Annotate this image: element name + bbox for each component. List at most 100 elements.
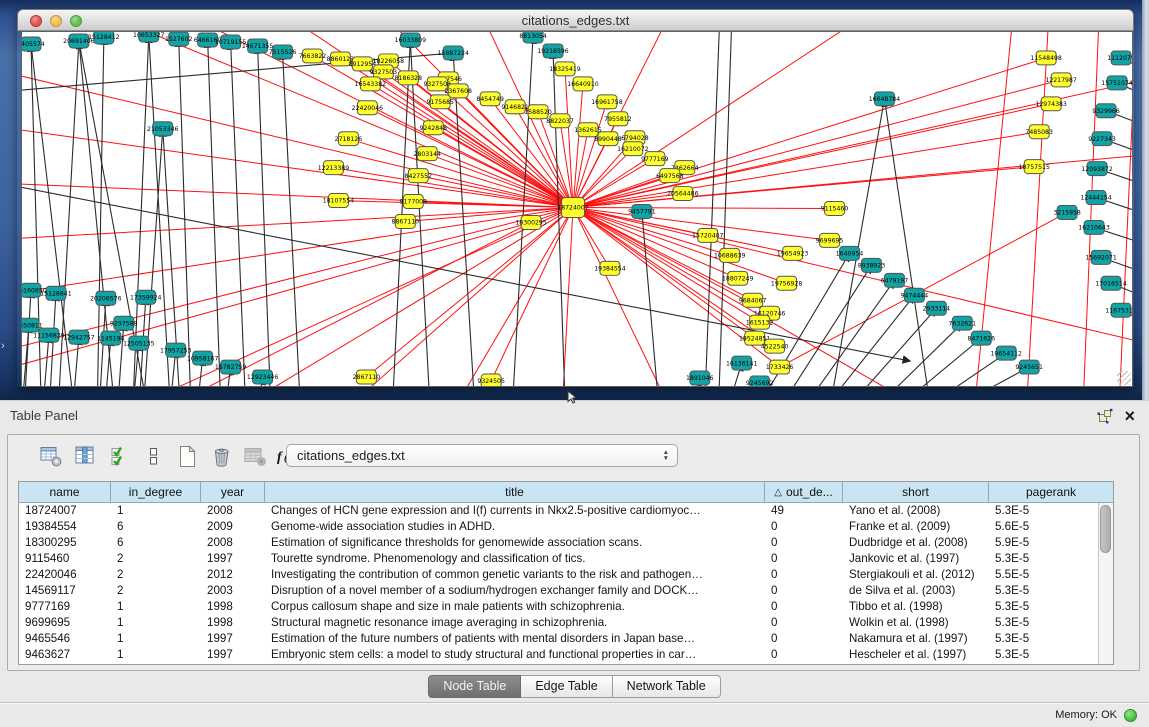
graph-edge[interactable]	[41, 335, 49, 386]
graph-node[interactable]: 7485083	[1025, 125, 1053, 139]
graph-edge[interactable]	[208, 40, 222, 386]
graph-node[interactable]: 15887224	[438, 46, 470, 60]
graph-node[interactable]: 16648784	[869, 92, 901, 106]
graph-node[interactable]: 12217987	[1045, 73, 1077, 87]
graph-edge[interactable]	[383, 72, 573, 208]
graph-node[interactable]: 19756928	[771, 276, 803, 290]
graph-edge[interactable]	[881, 338, 981, 386]
graph-edge[interactable]	[573, 84, 583, 208]
insert-column-icon[interactable]	[72, 443, 98, 469]
column-header-in_degree[interactable]: in_degree	[111, 482, 201, 502]
column-header-year[interactable]: year	[201, 482, 265, 502]
graph-node[interactable]: 9245692	[746, 376, 774, 386]
graph-node[interactable]: 1588520	[524, 105, 552, 119]
graph-node[interactable]: 7663822	[299, 49, 327, 63]
graph-node[interactable]: 2803144	[414, 147, 442, 161]
graph-node[interactable]: 12923446	[247, 370, 279, 384]
graph-node[interactable]: 8427552	[405, 169, 433, 183]
graph-node[interactable]: 10958167	[187, 351, 219, 365]
graph-node[interactable]: 9245651	[1015, 360, 1043, 374]
graph-edge[interactable]	[704, 32, 721, 386]
graph-node[interactable]: 1112075	[1107, 51, 1132, 65]
memory-status-indicator-icon[interactable]	[1124, 709, 1137, 722]
graph-edge[interactable]	[22, 62, 573, 208]
graph-node[interactable]: 9474444	[901, 288, 929, 302]
graph-edge[interactable]	[453, 53, 476, 386]
graph-node[interactable]: 16961758	[591, 95, 623, 109]
network-canvas[interactable]: 1872400788601238912954182260589327503818…	[21, 31, 1133, 387]
table-row[interactable]: 1938455462009Genome-wide association stu…	[19, 519, 1098, 535]
graph-node[interactable]: 9175685	[426, 95, 454, 109]
graph-node[interactable]: 8186328	[395, 71, 423, 85]
graph-node[interactable]: 19218596	[537, 44, 569, 58]
graph-edge[interactable]	[22, 325, 29, 386]
select-all-rows-icon[interactable]	[106, 443, 132, 469]
tab-network-table[interactable]: Network Table	[613, 675, 721, 698]
graph-node[interactable]: 19384554	[594, 261, 626, 275]
graph-node[interactable]: 2718126	[335, 132, 363, 146]
graph-node[interactable]: 1145194	[97, 331, 125, 345]
graph-edge[interactable]	[573, 208, 835, 209]
scrollbar-thumb[interactable]	[1100, 505, 1111, 553]
table-row[interactable]: 946554611997Estimation of the future num…	[19, 631, 1098, 647]
graph-edge[interactable]	[23, 290, 31, 386]
table-row[interactable]: 977716911998Corpus callosum shape and si…	[19, 599, 1098, 615]
row-height-icon[interactable]	[140, 443, 166, 469]
graph-edge[interactable]	[795, 280, 895, 386]
graph-node[interactable]: 2867110	[353, 370, 381, 384]
graph-node[interactable]: 1733426	[766, 360, 794, 374]
graph-node[interactable]: 11675312	[1105, 303, 1132, 317]
graph-node[interactable]: 8867110	[392, 214, 420, 228]
graph-node[interactable]: 6497568	[656, 169, 684, 183]
import-table-icon[interactable]	[242, 443, 268, 469]
tab-edge-table[interactable]: Edge Table	[521, 675, 612, 698]
graph-edge[interactable]	[258, 46, 272, 386]
float-panel-icon[interactable]	[1097, 408, 1113, 424]
graph-node[interactable]: 2405574	[22, 37, 45, 51]
graph-edge[interactable]	[231, 42, 247, 386]
graph-edge[interactable]	[321, 208, 573, 386]
graph-node[interactable]: 12444154	[1080, 191, 1112, 205]
column-header-pagerank[interactable]: pagerank	[989, 482, 1113, 502]
graph-node[interactable]: 8471626	[968, 331, 996, 345]
table-row[interactable]: 1456911722003Disruption of a novel membe…	[19, 583, 1098, 599]
graph-node[interactable]: 11548498	[1030, 51, 1062, 65]
graph-node[interactable]: 9297588	[110, 316, 138, 330]
graph-node[interactable]: 10654112	[991, 346, 1023, 360]
table-row[interactable]: 946362711997Embryonic stem cells: a mode…	[19, 647, 1098, 663]
graph-node[interactable]: 1615132	[746, 315, 774, 329]
graph-edge[interactable]	[929, 367, 1029, 386]
column-header-name[interactable]: name	[19, 482, 111, 502]
table-row[interactable]: 1830029562008Estimation of significance …	[19, 535, 1098, 551]
graph-node[interactable]: 18724007	[557, 198, 589, 218]
graph-node[interactable]: 7955812	[604, 112, 632, 126]
graph-edge[interactable]	[179, 39, 192, 386]
table-row[interactable]: 969969511998Structural magnetic resonanc…	[19, 615, 1098, 631]
graph-node[interactable]: 12974383	[1035, 97, 1067, 111]
graph-edge[interactable]	[573, 102, 607, 208]
graph-node[interactable]: 9242848	[420, 121, 448, 135]
close-panel-icon[interactable]: ×	[1124, 409, 1135, 424]
graph-node[interactable]: 18757515	[1018, 160, 1050, 174]
table-selector-dropdown[interactable]: citations_edges.txt ▲▼	[286, 444, 678, 467]
graph-edge[interactable]	[565, 69, 573, 208]
graph-node[interactable]: 21053346	[147, 122, 179, 136]
table-settings-icon[interactable]	[38, 443, 64, 469]
graph-edge[interactable]	[1025, 32, 1050, 386]
graph-node[interactable]: 8454749	[476, 92, 504, 106]
graph-edge[interactable]	[491, 208, 573, 382]
graph-node[interactable]: 9684067	[739, 293, 767, 307]
graph-node[interactable]: 16033809	[395, 33, 427, 47]
graph-node[interactable]: 19654923	[777, 246, 809, 260]
graph-node[interactable]: 16640910	[567, 77, 599, 91]
graph-node[interactable]: 7632621	[949, 316, 977, 330]
table-row[interactable]: 911546021997Tourette syndrome. Phenomeno…	[19, 551, 1098, 567]
graph-node[interactable]: 18107554	[323, 194, 355, 208]
graph-node[interactable]: 8813054	[519, 32, 547, 43]
graph-node[interactable]: 9177008	[400, 195, 428, 209]
graph-node[interactable]: 9324505	[477, 374, 505, 386]
column-header-title[interactable]: title	[265, 482, 765, 502]
vertical-scrollbar[interactable]	[1098, 503, 1113, 664]
graph-node[interactable]: 12505135	[123, 336, 155, 350]
column-header-out_de[interactable]: △out_de...	[765, 482, 843, 502]
